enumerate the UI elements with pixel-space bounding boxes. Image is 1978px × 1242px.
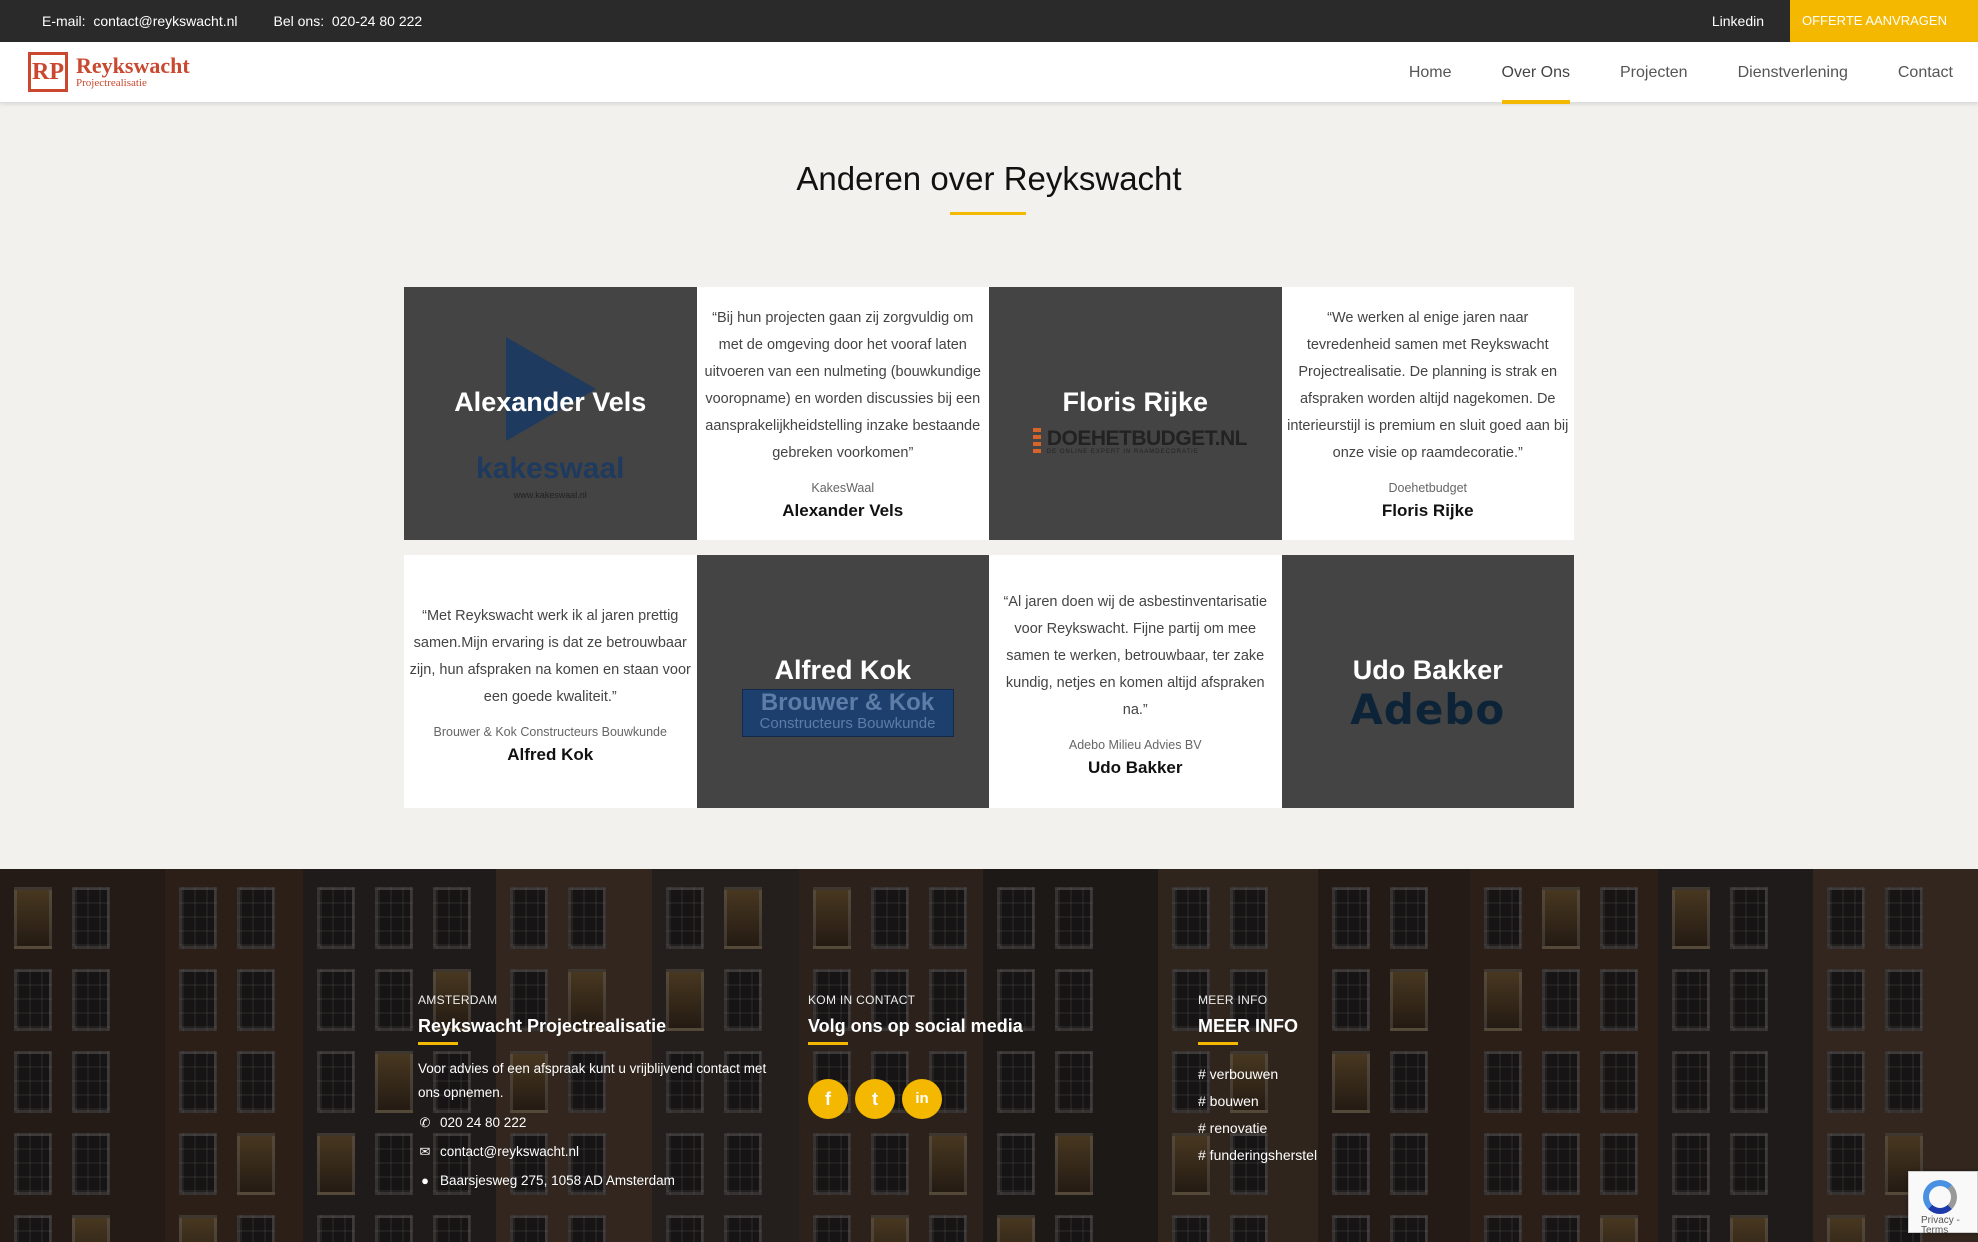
tag-list: # verbouwen # bouwen # renovatie # funde…	[1198, 1063, 1317, 1166]
footer-email[interactable]: ✉ contact@reykswacht.nl	[418, 1140, 778, 1163]
top-bar: E-mail: contact@reykswacht.nl Bel ons: 0…	[0, 0, 1978, 42]
tag-renovatie[interactable]: # renovatie	[1198, 1117, 1317, 1139]
testimonial-person: Udo Bakker	[1088, 758, 1183, 777]
nav-dienstverlening[interactable]: Dienstverlening	[1738, 42, 1848, 103]
brouwer-kok-logo-sub: Constructeurs Bouwkunde	[759, 715, 936, 732]
footer-email-text[interactable]: contact@reykswacht.nl	[440, 1144, 579, 1159]
logo-subtitle: Projectrealisatie	[76, 77, 147, 89]
testimonial-image-alexander-vels: Alexander Vels kakeswaal www.kakeswaal.n…	[404, 287, 697, 540]
footer-col-meer-info: MEER INFO MEER INFO # verbouwen # bouwen…	[1198, 993, 1317, 1166]
nav-over-ons[interactable]: Over Ons	[1501, 42, 1571, 104]
testimonial-text-udo-bakker: “Al jaren doen wij de asbestinventarisat…	[989, 555, 1282, 808]
testimonial-image-alfred-kok: Alfred Kok Brouwer & Kok Constructeurs B…	[696, 555, 989, 808]
testimonial-person: Floris Rijke	[1381, 501, 1474, 520]
offerte-aanvragen-button[interactable]: OFFERTE AANVRAGEN	[1790, 0, 1978, 42]
kakeswaal-logo-text: kakeswaal	[476, 452, 625, 485]
tag-bouwen[interactable]: # bouwen	[1198, 1090, 1317, 1112]
nav-projecten[interactable]: Projecten	[1620, 42, 1688, 103]
testimonials-row-1: Alexander Vels kakeswaal www.kakeswaal.n…	[404, 287, 1574, 540]
linkedin-link[interactable]: Linkedin	[1712, 13, 1764, 29]
doehetbudget-logo-text: DOEHETBUDGET.NL	[1046, 427, 1248, 450]
tag-verbouwen[interactable]: # verbouwen	[1198, 1063, 1317, 1085]
testimonial-quote: “Al jaren doen wij de asbestinventarisat…	[1003, 594, 1268, 718]
footer-title: Volg ons op social media	[808, 1016, 1023, 1036]
site-footer: AMSTERDAM Reykswacht Projectrealisatie V…	[0, 869, 1978, 1242]
adebo-logo-text: Adebo	[1350, 685, 1506, 734]
recaptcha-icon	[1923, 1180, 1957, 1214]
top-email[interactable]: E-mail: contact@reykswacht.nl	[42, 13, 238, 29]
brouwer-kok-logo-text: Brouwer & Kok	[760, 689, 935, 716]
brouwer-kok-logo: Brouwer & Kok Constructeurs Bouwkunde	[741, 689, 954, 737]
testimonial-image-floris-rijke: Floris Rijke DOEHETBUDGET.NL DE ONLINE E…	[989, 287, 1282, 540]
mail-icon: ✉	[419, 1143, 431, 1159]
testimonial-text-floris-rijke: “We werken al enige jaren naar tevredenh…	[1281, 287, 1574, 540]
image-caption-name: Udo Bakker	[1352, 655, 1503, 685]
footer-title: MEER INFO	[1198, 1016, 1299, 1036]
doehetbudget-logo: DOEHETBUDGET.NL DE ONLINE EXPERT IN RAAM…	[1033, 426, 1248, 458]
email-link[interactable]: contact@reykswacht.nl	[93, 13, 237, 29]
phone-icon: ✆	[419, 1114, 431, 1130]
top-phone[interactable]: Bel ons: 020-24 80 222	[274, 13, 423, 29]
testimonial-text-alexander-vels: “Bij hun projecten gaan zij zorgvuldig o…	[696, 287, 989, 540]
testimonials-grid: Alexander Vels kakeswaal www.kakeswaal.n…	[404, 287, 1574, 823]
linkedin-icon[interactable]: in	[902, 1079, 942, 1119]
testimonials-row-2: “Met Reykswacht werk ik al jaren prettig…	[404, 555, 1574, 808]
nav-contact[interactable]: Contact	[1898, 42, 1953, 103]
testimonial-quote: “Bij hun projecten gaan zij zorgvuldig o…	[704, 310, 982, 461]
recaptcha-badge[interactable]: Privacy - Terms	[1908, 1171, 1978, 1236]
testimonial-company: Doehetbudget	[1388, 481, 1468, 495]
logo-text: Reykswacht Projectrealisatie	[76, 53, 190, 90]
footer-kicker: KOM IN CONTACT	[808, 993, 916, 1007]
testimonial-company: KakesWaal	[811, 481, 875, 495]
footer-title: Reykswacht Projectrealisatie	[418, 1016, 667, 1036]
kakeswaal-logo-url: www.kakeswaal.nl	[513, 490, 587, 500]
footer-text: Voor advies of een afspraak kunt u vrijb…	[418, 1061, 767, 1100]
testimonial-image-udo-bakker: Udo Bakker Adebo	[1281, 555, 1574, 808]
twitter-icon[interactable]: t	[855, 1079, 895, 1119]
title-underline	[950, 212, 1026, 215]
footer-title-underline	[1198, 1042, 1238, 1045]
nav-home[interactable]: Home	[1409, 42, 1452, 103]
phone-label: Bel ons:	[273, 13, 325, 29]
footer-title-underline	[808, 1042, 848, 1045]
testimonial-person: Alfred Kok	[507, 745, 594, 764]
logo-name: Reykswacht	[76, 53, 190, 78]
testimonial-quote: “Met Reykswacht werk ik al jaren prettig…	[409, 608, 691, 705]
testimonial-quote: “We werken al enige jaren naar tevredenh…	[1287, 310, 1569, 461]
footer-title-underline	[418, 1042, 458, 1045]
testimonial-company: Adebo Milieu Advies BV	[1068, 738, 1202, 752]
image-caption-name: Alexander Vels	[454, 387, 647, 417]
testimonial-person: Alexander Vels	[782, 501, 904, 520]
top-bar-contact: E-mail: contact@reykswacht.nl Bel ons: 0…	[42, 0, 422, 42]
testimonial-company: Brouwer & Kok Constructeurs Bouwkunde	[433, 725, 667, 739]
main-nav: Home Over Ons Projecten Dienstverlening …	[1384, 42, 1978, 104]
logo-mark-icon: RP	[28, 52, 68, 92]
image-caption-name: Floris Rijke	[1062, 387, 1209, 417]
tag-funderingsherstel[interactable]: # funderingsherstel	[1198, 1144, 1317, 1166]
social-links: f t in	[808, 1079, 1023, 1119]
footer-address: ● Baarsjesweg 275, 1058 AD Amsterdam	[418, 1169, 778, 1192]
footer-col-contact: AMSTERDAM Reykswacht Projectrealisatie V…	[418, 993, 778, 1192]
section-title: Anderen over Reykswacht	[796, 160, 1182, 197]
footer-kicker: MEER INFO	[1198, 993, 1268, 1007]
footer-kicker: AMSTERDAM	[418, 993, 498, 1007]
facebook-icon[interactable]: f	[808, 1079, 848, 1119]
footer-phone-text[interactable]: 020 24 80 222	[440, 1115, 526, 1130]
testimonial-text-alfred-kok: “Met Reykswacht werk ik al jaren prettig…	[404, 555, 697, 808]
email-label: E-mail:	[42, 13, 86, 29]
footer-phone[interactable]: ✆ 020 24 80 222	[418, 1111, 778, 1134]
site-header: RP Reykswacht Projectrealisatie Home Ove…	[0, 42, 1978, 104]
doehetbudget-logo-icon	[1033, 428, 1041, 456]
footer-col-social: KOM IN CONTACT Volg ons op social media …	[808, 993, 1023, 1119]
recaptcha-text[interactable]: Privacy - Terms	[1921, 1216, 1977, 1236]
footer-address-text: Baarsjesweg 275, 1058 AD Amsterdam	[440, 1173, 675, 1188]
map-pin-icon: ●	[421, 1172, 429, 1188]
top-bar-actions: Linkedin OFFERTE AANVRAGEN	[1712, 0, 1978, 42]
phone-link[interactable]: 020-24 80 222	[332, 13, 422, 29]
image-caption-name: Alfred Kok	[774, 655, 912, 685]
site-logo[interactable]: RP Reykswacht Projectrealisatie	[28, 52, 190, 92]
